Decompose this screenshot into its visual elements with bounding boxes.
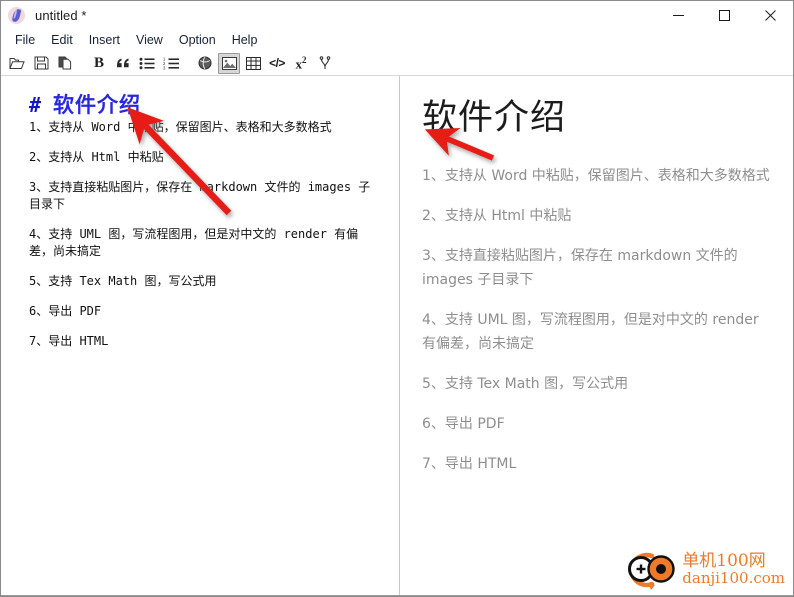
menu-item-option[interactable]: Option — [171, 32, 224, 49]
save-disk-icon[interactable] — [30, 53, 52, 74]
editor-line-4: 4、支持 UML 图，写流程图用，但是对中文的 render 有偏差，尚未搞定 — [29, 227, 359, 259]
preview-pane[interactable]: 软件介绍 1、支持从 Word 中粘贴，保留图片、表格和大多数格式 2、支持从 … — [400, 76, 793, 596]
menu-item-file[interactable]: File — [7, 32, 43, 49]
branch-icon[interactable] — [314, 53, 336, 74]
window-bottom-border — [1, 595, 793, 596]
editor-line-5: 5、支持 Tex Math 图，写公式用 — [29, 274, 217, 289]
bold-label: B — [93, 54, 104, 71]
markdown-editor-pane[interactable]: # 软件介绍 1、支持从 Word 中粘贴，保留图片、表格和大多数格式 2、支持从… — [1, 76, 400, 596]
preview-line-7: 7、导出 HTML — [422, 456, 517, 473]
preview-line-5: 5、支持 Tex Math 图，写公式用 — [422, 376, 629, 393]
preview-line-6: 6、导出 PDF — [422, 416, 505, 433]
close-button[interactable] — [747, 1, 793, 30]
toolbar: B 1 2 3 </> x2 — [1, 51, 793, 76]
app-window: untitled * File Edit Insert View Option … — [0, 0, 794, 597]
editor-line-2: 2、支持从 Html 中粘贴 — [29, 150, 164, 165]
copy-pages-icon[interactable] — [54, 53, 76, 74]
open-folder-icon[interactable] — [6, 53, 28, 74]
preview-line-3: 3、支持直接粘贴图片，保存在 markdown 文件的 images 子目录下 — [422, 248, 738, 289]
menu-item-edit[interactable]: Edit — [43, 32, 81, 49]
table-icon[interactable] — [242, 53, 264, 74]
window-title: untitled * — [35, 8, 87, 23]
menu-bar: File Edit Insert View Option Help — [1, 30, 793, 51]
preview-line-2: 2、支持从 Html 中粘贴 — [422, 208, 572, 225]
globe-link-icon[interactable] — [194, 53, 216, 74]
numbered-list-icon[interactable]: 1 2 3 — [160, 53, 182, 74]
minimize-button[interactable] — [655, 1, 701, 30]
superscript-icon[interactable]: x2 — [290, 53, 312, 74]
code-icon[interactable]: </> — [266, 53, 288, 74]
markdown-source[interactable]: # 软件介绍 1、支持从 Word 中粘贴，保留图片、表格和大多数格式 2、支持从… — [1, 76, 399, 350]
preview-line-4: 4、支持 UML 图，写流程图用，但是对中文的 render 有偏差，尚未搞定 — [422, 312, 759, 353]
rendered-markdown: 软件介绍 1、支持从 Word 中粘贴，保留图片、表格和大多数格式 2、支持从 … — [400, 76, 793, 476]
editor-line-1: 1、支持从 Word 中粘贴，保留图片、表格和大多数格式 — [29, 120, 332, 135]
bold-icon[interactable]: B — [88, 53, 110, 74]
bullet-list-icon[interactable] — [136, 53, 158, 74]
editor-heading: # 软件介绍 — [29, 93, 389, 117]
image-icon[interactable] — [218, 52, 240, 74]
title-bar: untitled * — [1, 1, 793, 30]
menu-item-view[interactable]: View — [128, 32, 171, 49]
editor-line-7: 7、导出 HTML — [29, 334, 109, 349]
split-panes: # 软件介绍 1、支持从 Word 中粘贴，保留图片、表格和大多数格式 2、支持从… — [1, 76, 793, 596]
quill-pen-icon — [8, 7, 25, 24]
quote-icon[interactable] — [112, 53, 134, 74]
heading-hash-marker: # — [29, 93, 43, 117]
editor-heading-text: 软件介绍 — [53, 93, 142, 117]
preview-heading: 软件介绍 — [422, 98, 567, 138]
menu-item-help[interactable]: Help — [224, 32, 266, 49]
window-controls — [655, 1, 793, 30]
menu-item-insert[interactable]: Insert — [81, 32, 128, 49]
svg-text:3: 3 — [163, 65, 166, 70]
editor-line-3: 3、支持直接粘贴图片，保存在 markdown 文件的 images 子目录下 — [29, 180, 371, 212]
code-label: </> — [269, 56, 285, 70]
maximize-button[interactable] — [701, 1, 747, 30]
editor-line-6: 6、导出 PDF — [29, 304, 102, 319]
preview-line-1: 1、支持从 Word 中粘贴，保留图片、表格和大多数格式 — [422, 168, 770, 185]
superscript-label: x2 — [295, 54, 307, 72]
